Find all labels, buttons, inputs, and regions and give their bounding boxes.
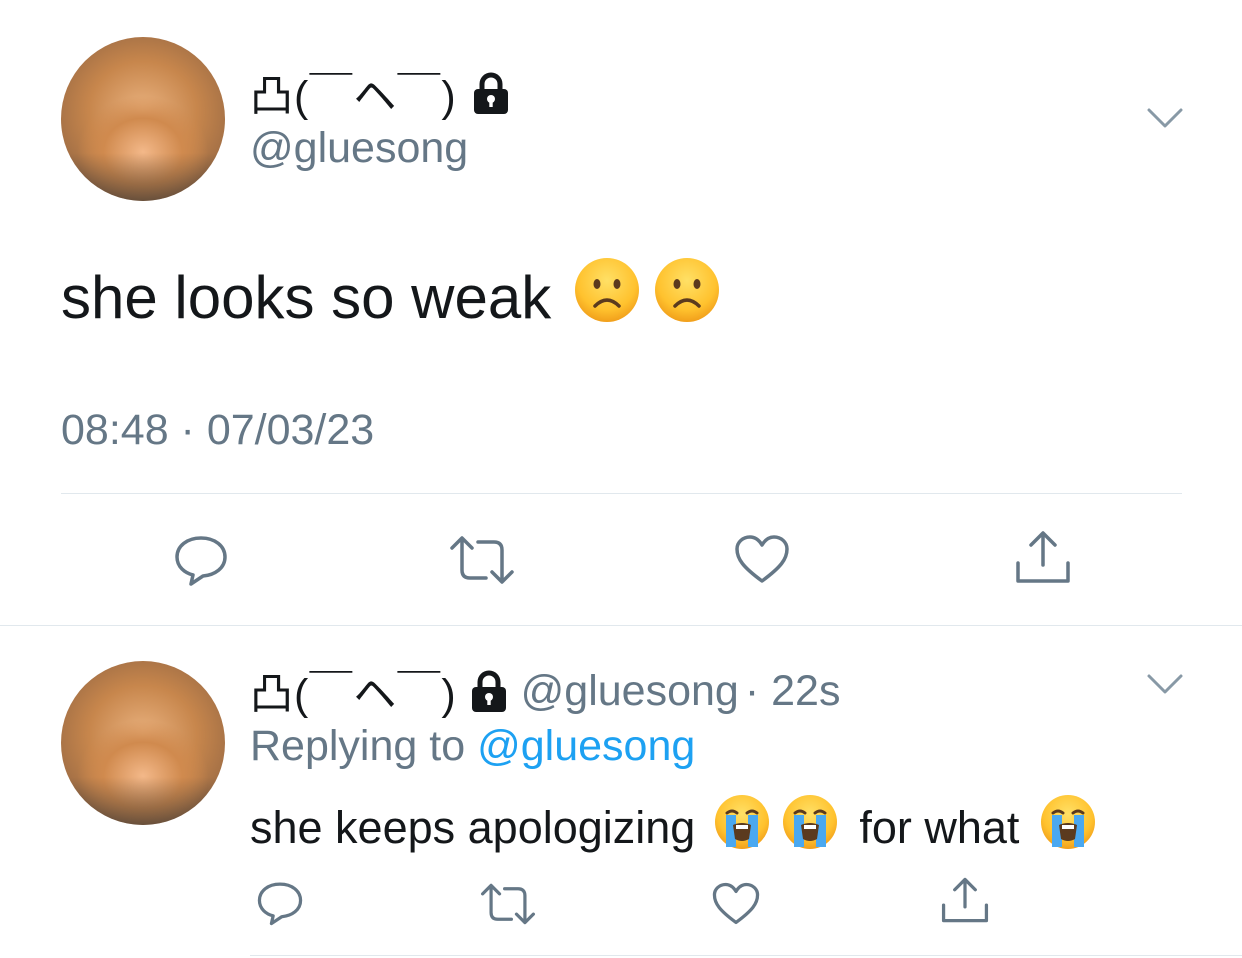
tweet-age: · 22s: [744, 666, 841, 715]
author-handle[interactable]: @gluesong: [250, 124, 468, 173]
display-name[interactable]: 凸(￣ヘ￣): [250, 660, 457, 722]
loudly-crying-face-emoji: [713, 793, 771, 862]
avatar[interactable]: [61, 37, 225, 201]
like-icon[interactable]: [733, 533, 791, 585]
retweet-icon[interactable]: [448, 534, 516, 586]
reply-icon[interactable]: [256, 879, 304, 927]
share-icon[interactable]: [940, 876, 990, 924]
share-icon[interactable]: [1014, 529, 1072, 585]
reply-text-row: she keeps apologizing for what: [250, 793, 1097, 862]
tweet-text: she looks so weak: [61, 263, 552, 331]
author-row: 凸(￣ヘ￣): [250, 62, 511, 124]
retweet-icon[interactable]: [479, 882, 537, 926]
divider: [0, 625, 1242, 626]
chevron-down-icon[interactable]: [1146, 106, 1184, 130]
frowning-face-emoji: [653, 256, 721, 338]
replying-to: Replying to @gluesong: [250, 722, 695, 771]
replying-to-label: Replying to: [250, 722, 466, 770]
avatar[interactable]: [61, 661, 225, 825]
chevron-down-icon[interactable]: [1146, 672, 1184, 696]
frowning-face-emoji: [573, 256, 641, 338]
reply-text-part2: for what: [859, 801, 1020, 853]
tweet-timestamp[interactable]: 08:48 · 07/03/23: [61, 406, 374, 455]
like-icon[interactable]: [711, 881, 761, 926]
lock-icon: [471, 71, 511, 115]
loudly-crying-face-emoji: [781, 793, 839, 862]
display-name[interactable]: 凸(￣ヘ￣): [250, 62, 457, 124]
reply-text-part1: she keeps apologizing: [250, 801, 696, 853]
author-row: 凸(￣ヘ￣) @gluesong · 22s: [250, 660, 840, 722]
divider: [250, 955, 1242, 956]
author-handle[interactable]: @gluesong: [521, 667, 739, 716]
divider: [61, 493, 1182, 494]
tweet-text-row: she looks so weak: [61, 256, 721, 338]
lock-icon: [469, 669, 509, 713]
mention-link[interactable]: @gluesong: [477, 722, 695, 770]
loudly-crying-face-emoji: [1039, 793, 1097, 862]
reply-icon[interactable]: [173, 532, 229, 588]
